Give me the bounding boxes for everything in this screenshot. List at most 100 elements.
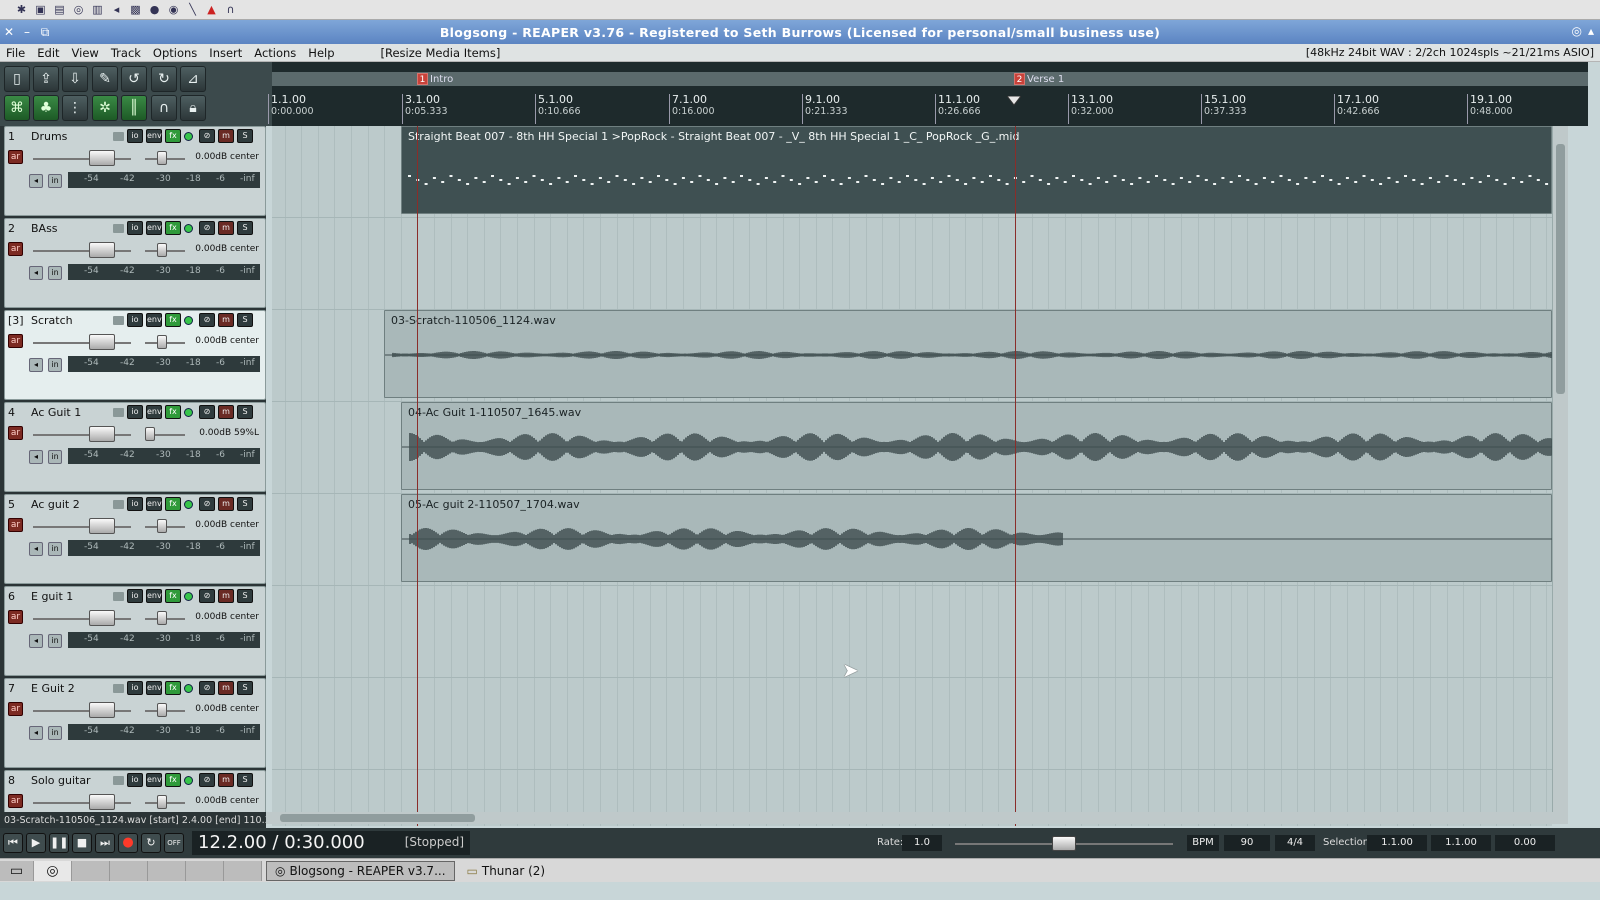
record-icon[interactable]: ● <box>118 833 138 853</box>
track-name[interactable]: Ac guit 2 <box>31 498 80 511</box>
media-item-drums[interactable]: Straight Beat 007 - 8th HH Special 1 >Po… <box>401 126 1552 214</box>
menu-file[interactable]: File <box>0 46 31 60</box>
metronome-icon[interactable]: ⊿ <box>180 66 206 92</box>
track-name[interactable]: E Guit 2 <box>31 682 75 695</box>
solo-button[interactable]: S <box>237 405 253 419</box>
solo-button[interactable]: S <box>237 313 253 327</box>
snap-icon[interactable]: ✲ <box>92 95 118 121</box>
track-name[interactable]: Solo guitar <box>31 774 91 787</box>
record-arm-button[interactable]: ar <box>8 794 23 808</box>
phase-icon[interactable]: ⊘ <box>199 497 215 511</box>
project-settings-icon[interactable]: ✎ <box>92 66 118 92</box>
record-arm-button[interactable]: ar <box>8 702 23 716</box>
input-button[interactable]: in <box>48 542 62 556</box>
selection-length-field[interactable]: 0.00 <box>1495 835 1555 851</box>
media-item-scratch[interactable]: 03-Scratch-110506_1124.wav <box>384 310 1552 398</box>
browser-icon[interactable]: ◎ <box>71 3 86 17</box>
track-name[interactable]: Scratch <box>31 314 73 327</box>
play-icon[interactable]: ▶︎ <box>26 833 46 853</box>
media-item-ac-guit-1[interactable]: 04-Ac Guit 1-110507_1645.wav <box>401 402 1552 490</box>
io-button[interactable]: io <box>127 497 143 511</box>
volume-fader[interactable] <box>33 618 131 620</box>
go-to-start-icon[interactable]: ⏮︎ <box>3 833 23 853</box>
track-panel-4[interactable]: 4 Ac Guit 1 io env fx ⊘ m Sar 0.00dB 59%L ◂ in -54-… <box>4 402 266 492</box>
track-panel-1[interactable]: 1 Drums io env fx ⊘ m Sar 0.00dB center ◂ in -54 -42… <box>4 126 266 216</box>
solo-button[interactable]: S <box>237 221 253 235</box>
folder-icon[interactable] <box>113 132 124 141</box>
off-button[interactable]: OFF <box>164 833 184 853</box>
track-name[interactable]: BAss <box>31 222 58 235</box>
phase-icon[interactable]: ⊘ <box>199 313 215 327</box>
go-to-end-icon[interactable]: ⏭︎ <box>95 833 115 853</box>
pan-knob[interactable] <box>157 335 167 349</box>
vertical-scrollbar[interactable] <box>1552 126 1568 812</box>
fx-button[interactable]: fx <box>165 129 181 143</box>
fx-button[interactable]: fx <box>165 221 181 235</box>
maximize-icon[interactable]: ▴ <box>1588 24 1594 38</box>
minimize-icon[interactable]: – <box>18 25 36 39</box>
track-panel-6[interactable]: 6 E guit 1 io env fx ⊘ m Sar 0.00dB center ◂ in -54… <box>4 586 266 676</box>
pan-knob[interactable] <box>157 519 167 533</box>
phase-icon[interactable]: ⊘ <box>199 221 215 235</box>
io-button[interactable]: io <box>127 129 143 143</box>
record-arm-button[interactable]: ar <box>8 242 23 256</box>
vertical-scroll-thumb[interactable] <box>1556 144 1565 394</box>
arrange-view[interactable]: Straight Beat 007 - 8th HH Special 1 >Po… <box>272 126 1552 826</box>
fx-enable-icon[interactable] <box>184 500 193 509</box>
workspace-1[interactable]: ◎ <box>34 860 72 881</box>
volume-fader[interactable] <box>33 710 131 712</box>
env-button[interactable]: env <box>146 313 162 327</box>
mixer-icon[interactable]: ● <box>147 3 162 17</box>
input-button[interactable]: in <box>48 266 62 280</box>
volume-fader-knob[interactable] <box>89 426 115 442</box>
monitor-icon[interactable]: ◂ <box>29 358 43 372</box>
audio-device-info[interactable]: [48kHz 24bit WAV : 2/2ch 1024spls ~21/21… <box>1306 46 1594 59</box>
phase-icon[interactable]: ⊘ <box>199 773 215 787</box>
input-button[interactable]: in <box>48 634 62 648</box>
image-icon[interactable]: ▩ <box>128 3 143 17</box>
audio-meter-icon[interactable]: ▥ <box>90 3 105 17</box>
menu-insert[interactable]: Insert <box>203 46 248 60</box>
lock-icon[interactable]: 🔒︎ <box>180 95 206 121</box>
volume-fader-knob[interactable] <box>89 518 115 534</box>
input-button[interactable]: in <box>48 726 62 740</box>
record-arm-button[interactable]: ar <box>8 150 23 164</box>
taskbar-thunar[interactable]: ▭ Thunar (2) <box>459 861 554 881</box>
volume-fader-knob[interactable] <box>89 242 115 258</box>
input-button[interactable]: in <box>48 450 62 464</box>
save-project-icon[interactable]: ⇩ <box>62 66 88 92</box>
phase-icon[interactable]: ⊘ <box>199 681 215 695</box>
workspace-2[interactable] <box>72 860 110 881</box>
workspace-6[interactable] <box>224 860 262 881</box>
track-name[interactable]: Drums <box>31 130 67 143</box>
mute-button[interactable]: m <box>218 589 234 603</box>
pan-knob[interactable] <box>157 795 167 809</box>
fx-enable-icon[interactable] <box>184 408 193 417</box>
io-button[interactable]: io <box>127 221 143 235</box>
solo-button[interactable]: S <box>237 497 253 511</box>
volume-fader-knob[interactable] <box>89 334 115 350</box>
monitor-icon[interactable]: ◂ <box>29 450 43 464</box>
fx-button[interactable]: fx <box>165 313 181 327</box>
close-icon[interactable]: ✕ <box>0 25 18 39</box>
fx-button[interactable]: fx <box>165 589 181 603</box>
menu-options[interactable]: Options <box>147 46 203 60</box>
ripple-edit-icon[interactable]: ⌘ <box>4 95 30 121</box>
open-project-icon[interactable]: ⇪ <box>33 66 59 92</box>
selection-start-field[interactable]: 1.1.00 <box>1367 835 1427 851</box>
menu-actions[interactable]: Actions <box>248 46 302 60</box>
env-button[interactable]: env <box>146 681 162 695</box>
env-button[interactable]: env <box>146 589 162 603</box>
phase-icon[interactable]: ⊘ <box>199 129 215 143</box>
fx-enable-icon[interactable] <box>184 776 193 785</box>
mute-button[interactable]: m <box>218 681 234 695</box>
taskbar-reaper[interactable]: ◎ Blogsong - REAPER v3.7... <box>266 860 455 881</box>
settings-icon[interactable]: ◉ <box>166 3 181 17</box>
restore-icon[interactable]: ⧉ <box>36 25 54 40</box>
solo-button[interactable]: S <box>237 773 253 787</box>
volume-fader-knob[interactable] <box>89 610 115 626</box>
input-button[interactable]: in <box>48 358 62 372</box>
menu-help[interactable]: Help <box>302 46 340 60</box>
folder-icon[interactable] <box>113 776 124 785</box>
env-button[interactable]: env <box>146 221 162 235</box>
